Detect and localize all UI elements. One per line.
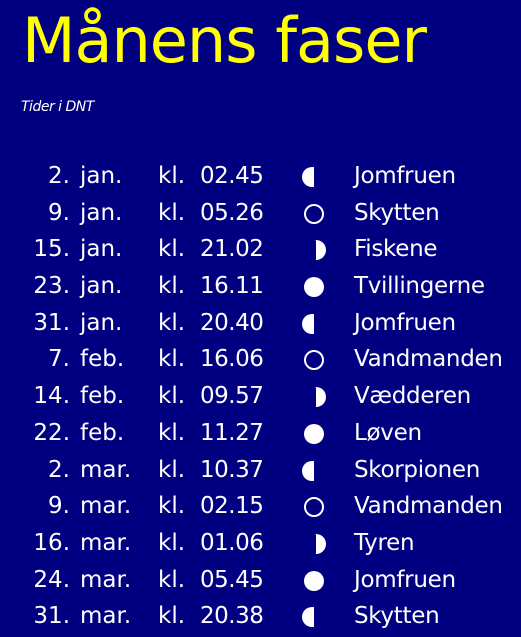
- time-prefix: kl.: [158, 309, 186, 336]
- date-day: 7.: [48, 346, 70, 373]
- date-month: jan.: [80, 163, 123, 189]
- waning-half-moon-icon: [302, 459, 326, 483]
- zodiac-sign: Tvillingerne: [354, 273, 485, 300]
- zodiac-sign: Fiskene: [354, 236, 438, 263]
- time-prefix: kl.: [158, 566, 186, 593]
- moon-phase-row: 14. feb. kl. 09.57 Vædderen: [0, 378, 521, 415]
- date-month: mar.: [80, 456, 132, 483]
- waxing-half-moon-icon: [302, 532, 326, 556]
- zodiac-sign: Vandmanden: [354, 493, 503, 520]
- moon-phase-row: 31. mar. kl. 20.38 Skytten: [0, 598, 521, 635]
- moon-phase-row: 7. feb. kl. 16.06 Vandmanden: [0, 341, 521, 378]
- zodiac-sign: Jomfruen: [354, 566, 456, 593]
- time-value: 02.15: [200, 493, 264, 520]
- time-prefix: kl.: [158, 163, 186, 189]
- time-value: 09.57: [200, 383, 264, 410]
- full-moon-icon: [302, 275, 326, 299]
- full-moon-icon: [302, 569, 326, 593]
- moon-phase-row: 15. jan. kl. 21.02 Fiskene: [0, 231, 521, 268]
- date-day: 16.: [33, 529, 70, 556]
- time-prefix: kl.: [158, 493, 186, 520]
- zodiac-sign: Tyren: [354, 529, 415, 556]
- date-month: mar.: [80, 566, 132, 593]
- date-day: 24.: [33, 566, 70, 593]
- zodiac-sign: Skorpionen: [354, 456, 480, 483]
- date-day: 9.: [48, 199, 70, 226]
- moon-phase-row: 9. mar. kl. 02.15 Vandmanden: [0, 488, 521, 525]
- time-prefix: kl.: [158, 529, 186, 556]
- moon-phase-list: 2. jan. kl. 02.45 Jomfruen 9. jan. kl. 05.26 Skyt…: [0, 158, 521, 635]
- time-prefix: kl.: [158, 456, 186, 483]
- moon-phase-row: 23. jan. kl. 16.11 Tvillingerne: [0, 268, 521, 305]
- date-month: feb.: [80, 419, 125, 446]
- zodiac-sign: Skytten: [354, 603, 440, 630]
- waxing-half-moon-icon: [302, 385, 326, 409]
- time-value: 20.40: [200, 309, 264, 336]
- time-prefix: kl.: [158, 236, 186, 263]
- moon-phase-row: 24. mar. kl. 05.45 Jomfruen: [0, 562, 521, 599]
- time-value: 10.37: [200, 456, 264, 483]
- date-month: jan.: [80, 309, 123, 336]
- time-value: 05.45: [200, 566, 264, 593]
- time-value: 20.38: [200, 603, 264, 630]
- time-prefix: kl.: [158, 603, 186, 630]
- date-day: 15.: [33, 236, 70, 263]
- date-month: jan.: [80, 199, 123, 226]
- moon-phase-row: 9. jan. kl. 05.26 Skytten: [0, 195, 521, 232]
- date-day: 2.: [48, 456, 70, 483]
- time-value: 05.26: [200, 199, 264, 226]
- moon-phase-row: 31. jan. kl. 20.40 Jomfruen: [0, 305, 521, 342]
- time-prefix: kl.: [158, 346, 186, 373]
- zodiac-sign: Jomfruen: [354, 309, 456, 336]
- zodiac-sign: Skytten: [354, 199, 440, 226]
- date-month: mar.: [80, 493, 132, 520]
- waning-half-moon-icon: [302, 605, 326, 629]
- moon-phases-page: Månens faser Tider i DNT 2. jan. kl. 02.45 J…: [0, 0, 521, 637]
- date-day: 31.: [33, 603, 70, 630]
- new-moon-icon: [302, 495, 326, 519]
- moon-phase-row: 2. jan. kl. 02.45 Jomfruen: [0, 158, 521, 195]
- page-subtitle: Tider i DNT: [21, 99, 94, 115]
- page-title: Månens faser: [22, 4, 427, 77]
- date-day: 9.: [48, 493, 70, 520]
- date-month: jan.: [80, 236, 123, 263]
- waning-half-moon-icon: [302, 165, 326, 189]
- time-value: 16.06: [200, 346, 264, 373]
- waxing-half-moon-icon: [302, 238, 326, 262]
- moon-phase-row: 22. feb. kl. 11.27 Løven: [0, 415, 521, 452]
- new-moon-icon: [302, 202, 326, 226]
- date-month: feb.: [80, 346, 125, 373]
- time-prefix: kl.: [158, 383, 186, 410]
- time-value: 11.27: [200, 419, 264, 446]
- date-day: 14.: [33, 383, 70, 410]
- time-prefix: kl.: [158, 199, 186, 226]
- time-value: 16.11: [200, 273, 264, 300]
- zodiac-sign: Løven: [354, 419, 422, 446]
- waning-half-moon-icon: [302, 312, 326, 336]
- moon-phase-row: 16. mar. kl. 01.06 Tyren: [0, 525, 521, 562]
- date-day: 23.: [33, 273, 70, 300]
- new-moon-icon: [302, 348, 326, 372]
- date-day: 31.: [33, 309, 70, 336]
- time-value: 01.06: [200, 529, 264, 556]
- date-month: feb.: [80, 383, 125, 410]
- time-prefix: kl.: [158, 273, 186, 300]
- date-day: 2.: [48, 163, 70, 189]
- date-month: mar.: [80, 529, 132, 556]
- full-moon-icon: [302, 422, 326, 446]
- zodiac-sign: Vædderen: [354, 383, 471, 410]
- moon-phase-row: 2. mar. kl. 10.37 Skorpionen: [0, 452, 521, 489]
- date-month: jan.: [80, 273, 123, 300]
- date-day: 22.: [33, 419, 70, 446]
- time-value: 21.02: [200, 236, 264, 263]
- time-prefix: kl.: [158, 419, 186, 446]
- date-month: mar.: [80, 603, 132, 630]
- zodiac-sign: Vandmanden: [354, 346, 503, 373]
- time-value: 02.45: [200, 163, 264, 189]
- zodiac-sign: Jomfruen: [354, 163, 456, 189]
